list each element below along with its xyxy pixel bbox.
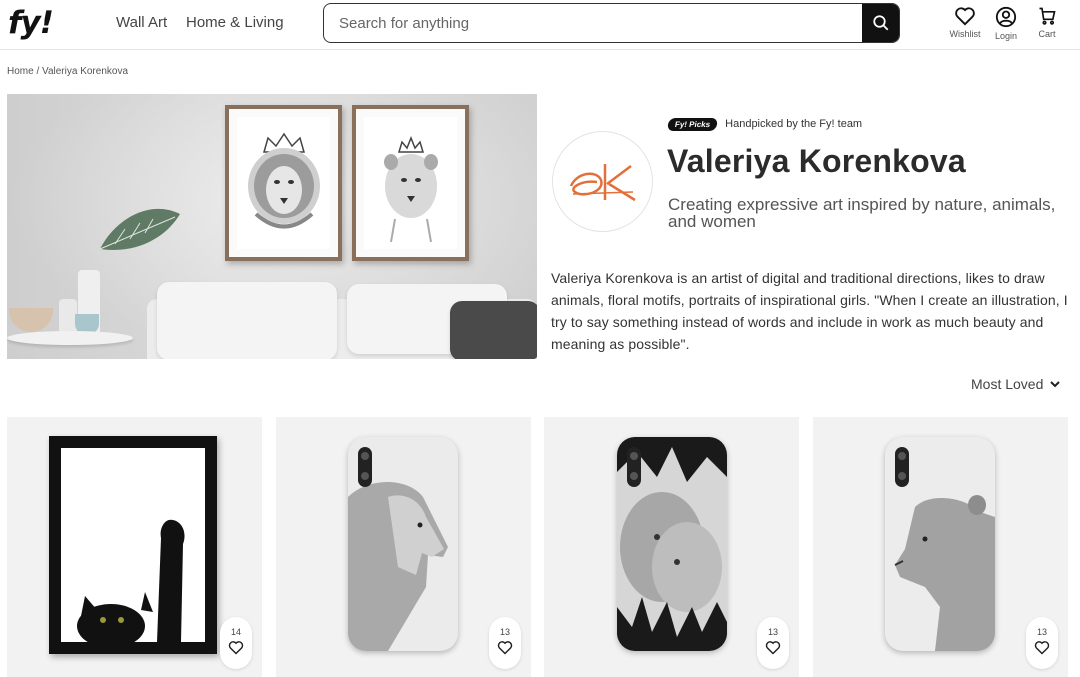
product-card[interactable]: 13 (544, 417, 799, 677)
artist-name: Valeriya Korenkova (667, 143, 966, 179)
heart-icon (228, 641, 244, 655)
chevron-down-icon (1050, 381, 1061, 388)
product-phone-case (348, 437, 458, 651)
artist-avatar (552, 131, 653, 232)
lion-profile-illustration (348, 482, 448, 651)
search-button[interactable] (862, 4, 899, 42)
product-phone-case (617, 437, 727, 651)
like-count: 14 (230, 627, 241, 637)
login-label: Login (994, 31, 1018, 41)
artist-signature-logo (569, 163, 636, 201)
lion-king-illustration (247, 132, 320, 229)
product-card[interactable]: 13 (276, 417, 531, 677)
lioness-profile-illustration (894, 495, 995, 651)
like-count: 13 (1036, 627, 1047, 637)
like-button[interactable]: 13 (757, 617, 789, 669)
breadcrumb-current: Valeriya Korenkova (42, 66, 129, 77)
heart-icon (765, 641, 781, 655)
hero-image (7, 94, 537, 359)
site-logo[interactable]: fy! (8, 5, 54, 41)
fy-picks-badge: Fy! Picks (666, 117, 719, 131)
product-card[interactable]: 13 (813, 417, 1068, 677)
fy-picks-banner: Fy! Picks Handpicked by the Fy! team (666, 116, 863, 132)
cart-button[interactable]: Cart (1027, 6, 1067, 39)
artist-bio: Valeriya Korenkova is an artist of digit… (551, 270, 1068, 352)
cart-icon (1039, 7, 1056, 25)
breadcrumb: Home / Valeriya Korenkova (7, 66, 128, 77)
like-button[interactable]: 13 (489, 617, 521, 669)
heart-icon (1034, 641, 1050, 655)
product-card[interactable]: 14 (7, 417, 262, 677)
artist-tagline: Creating expressive art inspired by natu… (668, 195, 1056, 231)
sort-dropdown[interactable]: Most Loved (971, 376, 1061, 392)
plant-decoration (99, 208, 180, 250)
fy-picks-text: Handpicked by the Fy! team (725, 118, 863, 130)
product-framed-print (49, 436, 217, 654)
search-bar (323, 3, 900, 43)
like-button[interactable]: 13 (1026, 617, 1058, 669)
like-button[interactable]: 14 (220, 617, 252, 669)
breadcrumb-separator: / (33, 66, 43, 77)
sort-label: Most Loved (971, 376, 1044, 392)
heart-icon (497, 641, 513, 655)
heart-icon (955, 7, 975, 26)
user-icon (995, 6, 1017, 28)
search-input[interactable] (324, 4, 862, 42)
wishlist-button[interactable]: Wishlist (945, 6, 985, 39)
wishlist-label: Wishlist (949, 29, 981, 39)
breadcrumb-home[interactable]: Home (7, 66, 34, 77)
like-count: 13 (767, 627, 778, 637)
nav-wall-art[interactable]: Wall Art (116, 14, 167, 31)
site-header: fy! Wall Art Home & Living Wishlist Logi… (0, 0, 1080, 50)
lion-king-frame (225, 105, 342, 261)
nav-home-living[interactable]: Home & Living (186, 14, 284, 31)
login-button[interactable]: Login (986, 6, 1026, 41)
lioness-queen-illustration (383, 135, 438, 242)
cart-label: Cart (1038, 29, 1056, 39)
black-cat-illustration (77, 519, 185, 648)
like-count: 13 (499, 627, 510, 637)
product-phone-case (885, 437, 995, 651)
lioness-queen-frame (352, 105, 469, 261)
search-icon (872, 15, 888, 31)
